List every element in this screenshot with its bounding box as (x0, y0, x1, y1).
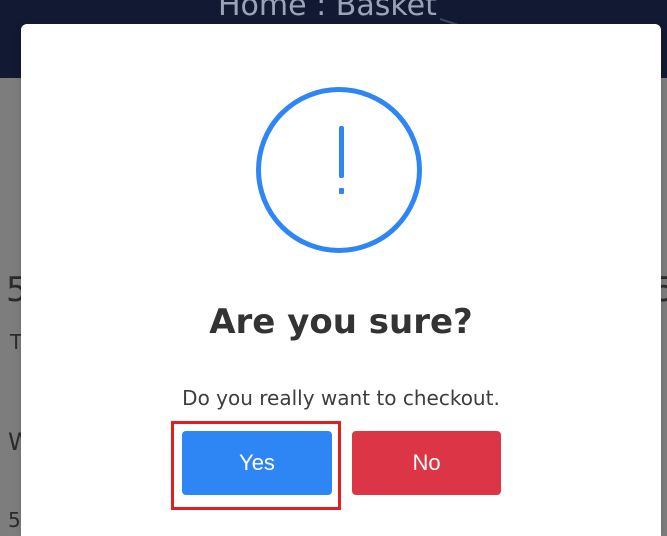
exclamation-circle-icon (256, 87, 422, 253)
exclamation-bar (339, 126, 344, 178)
dialog-title: Are you sure? (209, 302, 473, 342)
confirm-dialog: Are you sure? Do you really want to chec… (21, 24, 661, 536)
breadcrumb: Home : Basket (218, 0, 437, 23)
cancel-no-button[interactable]: No (352, 431, 501, 495)
confirm-yes-button[interactable]: Yes (182, 431, 332, 495)
exclamation-dot (339, 188, 344, 194)
dialog-message: Do you really want to checkout. (182, 386, 500, 410)
